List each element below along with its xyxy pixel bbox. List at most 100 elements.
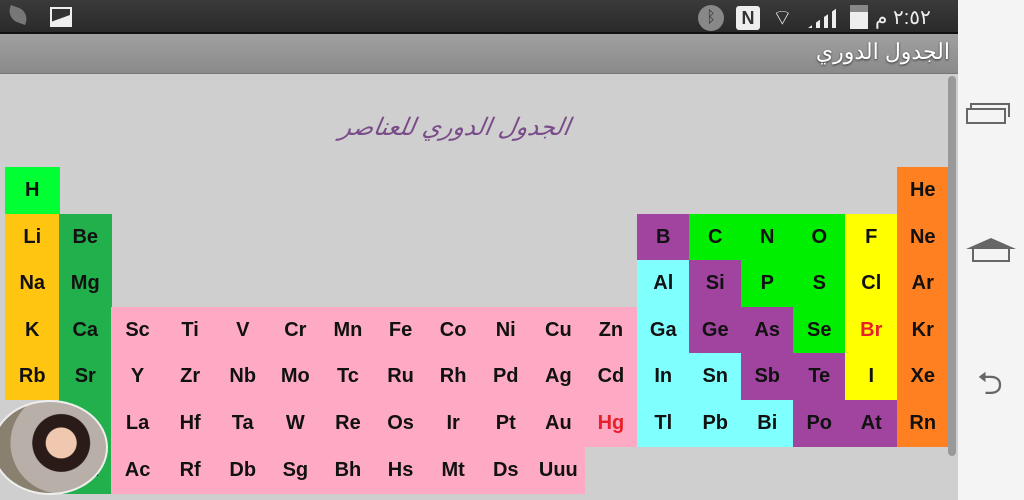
element-cd[interactable]: Cd [584, 353, 638, 401]
element-nb[interactable]: Nb [216, 353, 270, 401]
element-se[interactable]: Se [793, 306, 846, 354]
home-icon [972, 248, 1010, 262]
element-sc[interactable]: Sc [111, 306, 165, 354]
element-br[interactable]: Br [845, 306, 898, 354]
element-hg[interactable]: Hg [584, 400, 638, 447]
element-y[interactable]: Y [111, 353, 165, 401]
element-cr[interactable]: Cr [268, 306, 322, 354]
bluetooth-icon: ᛒ [698, 5, 724, 31]
app-bar: الجدول الدوري [0, 34, 958, 74]
element-li[interactable]: Li [5, 213, 60, 261]
home-button[interactable] [966, 238, 1016, 262]
element-sg[interactable]: Sg [268, 446, 322, 494]
element-rn[interactable]: Rn [897, 400, 949, 447]
recent-apps-icon-front [966, 108, 1006, 124]
element-te[interactable]: Te [793, 353, 846, 401]
element-s[interactable]: S [793, 260, 846, 308]
element-at[interactable]: At [845, 400, 898, 447]
element-n[interactable]: N [741, 213, 794, 261]
element-la[interactable]: La [111, 400, 165, 447]
element-he[interactable]: He [897, 167, 949, 214]
element-co[interactable]: Co [426, 306, 480, 354]
element-in[interactable]: In [637, 353, 690, 401]
element-ar[interactable]: Ar [897, 260, 949, 308]
back-button[interactable]: ⮌ [964, 366, 1016, 400]
element-c[interactable]: C [689, 213, 742, 261]
element-ds[interactable]: Ds [479, 446, 533, 494]
element-hs[interactable]: Hs [374, 446, 428, 494]
element-cl[interactable]: Cl [845, 260, 898, 308]
element-ir[interactable]: Ir [426, 400, 480, 447]
battery-icon [850, 5, 868, 29]
element-ne[interactable]: Ne [897, 213, 949, 261]
element-mt[interactable]: Mt [426, 446, 480, 494]
element-pb[interactable]: Pb [689, 400, 742, 447]
recent-apps-button[interactable] [966, 103, 1012, 125]
element-po[interactable]: Po [793, 400, 846, 447]
element-tl[interactable]: Tl [637, 400, 690, 447]
element-ca[interactable]: Ca [59, 306, 112, 354]
element-as[interactable]: As [741, 306, 794, 354]
element-ru[interactable]: Ru [374, 353, 428, 401]
leaf-icon [6, 5, 30, 25]
nfc-icon: N [736, 6, 760, 30]
navigation-bar: ⮌ [958, 0, 1024, 500]
element-uuu[interactable]: Uuu [531, 446, 585, 494]
element-fe[interactable]: Fe [374, 306, 428, 354]
element-f[interactable]: F [845, 213, 898, 261]
element-zn[interactable]: Zn [584, 306, 638, 354]
element-bh[interactable]: Bh [321, 446, 375, 494]
element-k[interactable]: K [5, 306, 60, 354]
element-be[interactable]: Be [59, 213, 112, 261]
element-ti[interactable]: Ti [163, 306, 217, 354]
element-bi[interactable]: Bi [741, 400, 794, 447]
back-icon: ⮌ [977, 365, 1003, 401]
status-bar: ᛒ N ⌔ ٢:٥٢ م [0, 0, 958, 34]
element-pd[interactable]: Pd [479, 353, 533, 401]
element-mn[interactable]: Mn [321, 306, 375, 354]
image-icon [50, 7, 72, 27]
element-au[interactable]: Au [531, 400, 585, 447]
element-hf[interactable]: Hf [163, 400, 217, 447]
clock: ٢:٥٢ م [875, 7, 931, 29]
element-w[interactable]: W [268, 400, 322, 447]
element-mo[interactable]: Mo [268, 353, 322, 401]
element-os[interactable]: Os [374, 400, 428, 447]
element-re[interactable]: Re [321, 400, 375, 447]
element-ac[interactable]: Ac [111, 446, 165, 494]
element-p[interactable]: P [741, 260, 794, 308]
home-roof [966, 238, 1016, 249]
element-ta[interactable]: Ta [216, 400, 270, 447]
element-b[interactable]: B [637, 213, 690, 261]
element-xe[interactable]: Xe [897, 353, 949, 401]
app-title: الجدول الدوري [815, 39, 950, 64]
periodic-table-view[interactable]: الجدول الدوري للعناصر HLiNaKRbBeMgCaSrBa… [0, 75, 958, 500]
element-ag[interactable]: Ag [531, 353, 585, 401]
element-sr[interactable]: Sr [59, 353, 112, 401]
element-o[interactable]: O [793, 213, 846, 261]
element-sb[interactable]: Sb [741, 353, 794, 401]
element-rh[interactable]: Rh [426, 353, 480, 401]
element-na[interactable]: Na [5, 260, 60, 308]
element-cu[interactable]: Cu [531, 306, 585, 354]
element-rf[interactable]: Rf [163, 446, 217, 494]
element-si[interactable]: Si [689, 260, 742, 308]
element-zr[interactable]: Zr [163, 353, 217, 401]
scrollbar[interactable] [948, 76, 956, 456]
element-pt[interactable]: Pt [479, 400, 533, 447]
element-ge[interactable]: Ge [689, 306, 742, 354]
element-rb[interactable]: Rb [5, 353, 60, 401]
page-heading: الجدول الدوري للعناصر [337, 113, 573, 141]
element-i[interactable]: I [845, 353, 898, 401]
element-kr[interactable]: Kr [897, 306, 949, 354]
element-al[interactable]: Al [637, 260, 690, 308]
element-mg[interactable]: Mg [59, 260, 112, 308]
element-db[interactable]: Db [216, 446, 270, 494]
element-ni[interactable]: Ni [479, 306, 533, 354]
element-v[interactable]: V [216, 306, 270, 354]
element-h[interactable]: H [5, 167, 60, 214]
element-ga[interactable]: Ga [637, 306, 690, 354]
element-tc[interactable]: Tc [321, 353, 375, 401]
signal-icon [808, 6, 840, 28]
element-sn[interactable]: Sn [689, 353, 742, 401]
